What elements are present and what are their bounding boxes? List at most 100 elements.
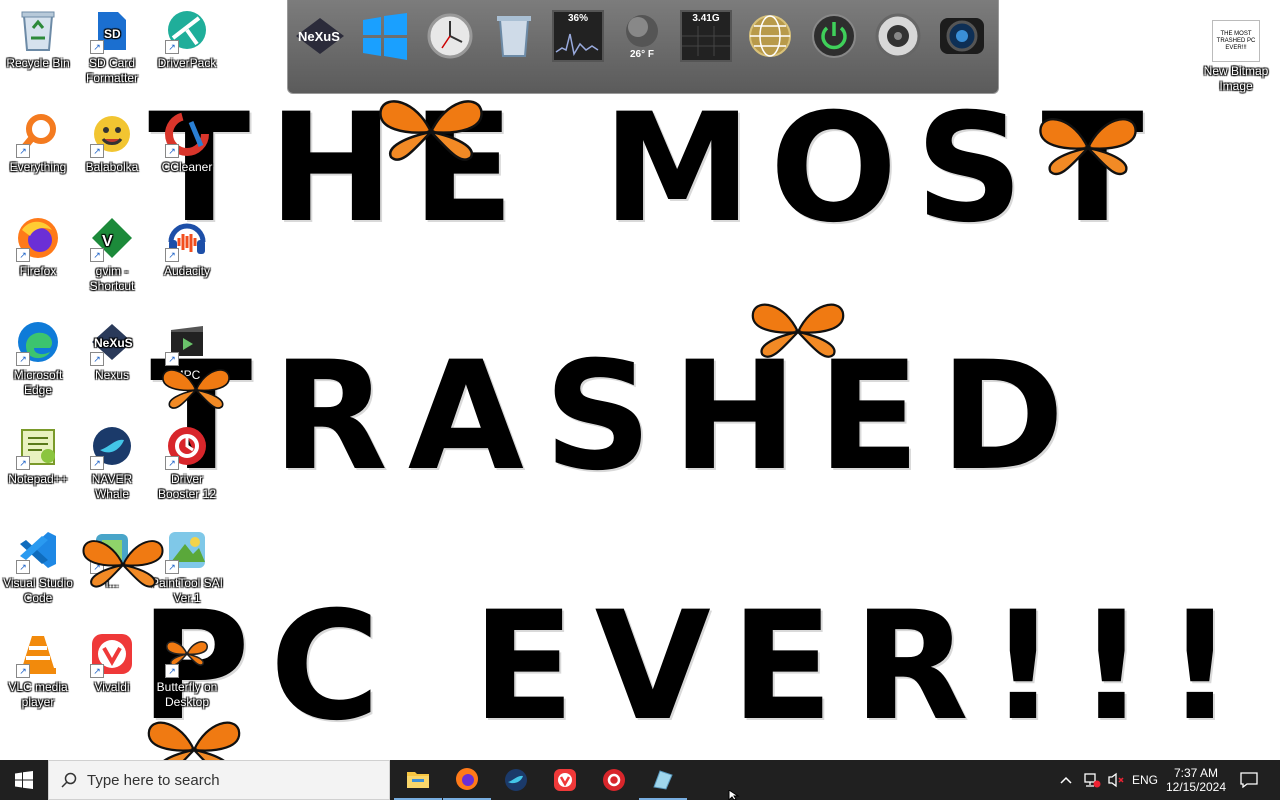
butterfly-icon — [379, 100, 483, 161]
network-icon — [1084, 773, 1101, 788]
windows-start-icon — [15, 771, 33, 789]
wallpaper-line-3: PC EVER!!! — [140, 580, 1254, 754]
dock-recycle-bin[interactable] — [488, 10, 540, 62]
desktop-icon-label: Notepad++ — [8, 472, 68, 486]
dock-nexus-logo[interactable]: NeXuS — [294, 10, 346, 62]
desktop-icon-label: Balabolka — [85, 160, 139, 174]
driver-booster-icon — [603, 769, 625, 791]
start-button[interactable] — [0, 760, 48, 800]
dock-clock[interactable] — [424, 10, 476, 62]
audacity-icon: ↗ — [163, 214, 211, 262]
vim-icon: V ↗ — [88, 214, 136, 262]
wallpaper-line-1: THE MOST — [148, 82, 1162, 256]
desktop-icon-label: Nexus — [94, 368, 129, 382]
desktop-icon-label: Visual Studio Code — [3, 576, 73, 605]
desktop-icon-recycle-bin[interactable]: Recycle Bin — [0, 6, 76, 71]
desktop-icon-whale[interactable]: ↗ NAVER Whale — [74, 422, 150, 502]
desktop-icon-notepadpp[interactable]: ↗ Notepad++ — [0, 422, 76, 487]
show-hidden-icons-button[interactable] — [1056, 760, 1076, 800]
dock-internet-globe[interactable] — [744, 10, 796, 62]
shortcut-arrow-icon: ↗ — [165, 456, 179, 470]
dock-weather[interactable]: 26° F — [616, 10, 668, 62]
language-indicator[interactable]: ENG — [1130, 760, 1160, 800]
nexus-icon: NeXuS ↗ — [88, 318, 136, 366]
desktop-icon-ccleaner[interactable]: ↗ CCleaner — [149, 110, 225, 175]
shortcut-arrow-icon: ↗ — [90, 664, 104, 678]
recycle-bin-icon — [14, 6, 62, 54]
taskbar: Type here to search ENG 7:37 AM 12/15/20… — [0, 760, 1280, 800]
dock-speaker[interactable] — [872, 10, 924, 62]
shortcut-arrow-icon: ↗ — [165, 664, 179, 678]
desktop-icon-everything[interactable]: ↗ Everything — [0, 110, 76, 175]
shortcut-arrow-icon: ↗ — [16, 144, 30, 158]
shortcut-arrow-icon: ↗ — [165, 560, 179, 574]
sd-card-icon: SD ↗ — [88, 6, 136, 54]
desktop-icon-new-bitmap[interactable]: THE MOST TRASHED PC EVER!!! New Bitmap I… — [1198, 20, 1274, 94]
desktop-icon-gvim[interactable]: V ↗ gvim - Shortcut — [74, 214, 150, 294]
shortcut-arrow-icon: ↗ — [165, 40, 179, 54]
desktop-icon-driverpack[interactable]: ↗ DriverPack — [149, 6, 225, 71]
taskbar-driver-booster[interactable] — [590, 760, 638, 800]
desktop-icon-sd-card[interactable]: SD ↗ SD Card Formatter — [74, 6, 150, 86]
desktop-icon-vscode[interactable]: ↗ Visual Studio Code — [0, 526, 76, 606]
dock-ram-meter[interactable]: 3.41G — [680, 10, 732, 62]
dock-nexus-label: NeXuS — [298, 29, 340, 44]
desktop-icon-firefox[interactable]: ↗ Firefox — [0, 214, 76, 279]
desktop-icon-nexus[interactable]: NeXuS ↗ Nexus — [74, 318, 150, 383]
desktop-icon-vivaldi[interactable]: ↗ Vivaldi — [74, 630, 150, 695]
firefox-icon: ↗ — [14, 214, 62, 262]
taskbar-firefox[interactable] — [443, 760, 491, 800]
driverpack-icon: ↗ — [163, 6, 211, 54]
dock-cpu-meter[interactable]: 36% — [552, 10, 604, 62]
desktop-icon-edge[interactable]: ↗ Microsoft Edge — [0, 318, 76, 398]
shortcut-arrow-icon: ↗ — [90, 144, 104, 158]
dock-camera[interactable] — [936, 10, 988, 62]
search-box[interactable]: Type here to search — [48, 760, 390, 800]
desktop-icon-vlc[interactable]: ↗ VLC media player — [0, 630, 76, 710]
butterfly-icon — [82, 540, 164, 588]
desktop-icon-label: gvim - Shortcut — [89, 264, 135, 293]
desktop-icon-label: Butterfly on Desktop — [156, 680, 218, 709]
vivaldi-icon — [554, 769, 576, 791]
balabolka-icon: ↗ — [88, 110, 136, 158]
taskbar-naver-whale[interactable] — [492, 760, 540, 800]
desktop-icon-balabolka[interactable]: ↗ Balabolka — [74, 110, 150, 175]
bitmap-file-icon: THE MOST TRASHED PC EVER!!! — [1212, 20, 1260, 62]
desktop-icon-label: SD Card Formatter — [85, 56, 138, 85]
volume-tray-button[interactable] — [1104, 760, 1128, 800]
shortcut-arrow-icon: ↗ — [16, 248, 30, 262]
desktop-icon-label: Microsoft Edge — [13, 368, 63, 397]
whale-icon — [505, 769, 527, 791]
desktop-icon-label: Recycle Bin — [6, 56, 70, 70]
taskbar-file-explorer[interactable] — [394, 760, 442, 800]
ram-usage: 3.41G — [692, 13, 720, 24]
shortcut-arrow-icon: ↗ — [90, 248, 104, 262]
search-placeholder: Type here to search — [87, 771, 220, 789]
clock-button[interactable]: 7:37 AM 12/15/2024 — [1160, 760, 1232, 800]
shortcut-arrow-icon: ↗ — [90, 40, 104, 54]
desktop-icon-audacity[interactable]: ↗ Audacity — [149, 214, 225, 279]
clock-time: 7:37 AM — [1173, 766, 1219, 780]
shortcut-arrow-icon: ↗ — [16, 456, 30, 470]
edge-icon: ↗ — [14, 318, 62, 366]
butterfly-icon — [162, 369, 230, 409]
firefox-icon — [456, 768, 478, 790]
shortcut-arrow-icon: ↗ — [165, 144, 179, 158]
vivaldi-icon: ↗ — [88, 630, 136, 678]
taskbar-painttool-sai[interactable] — [639, 760, 687, 800]
desktop-icon-label: Everything — [9, 160, 67, 174]
shortcut-arrow-icon: ↗ — [165, 248, 179, 262]
desktop-icon-label: Firefox — [19, 264, 57, 278]
mouse-cursor-icon — [728, 790, 740, 800]
painttool-sai-icon: ↗ — [163, 526, 211, 574]
desktop-icon-label: NAVER Whale — [91, 472, 133, 501]
network-tray-button[interactable] — [1080, 760, 1104, 800]
everything-search-icon: ↗ — [14, 110, 62, 158]
taskbar-vivaldi[interactable] — [541, 760, 589, 800]
notification-icon — [1240, 772, 1258, 788]
action-center-button[interactable] — [1234, 760, 1264, 800]
notepadpp-icon: ↗ — [14, 422, 62, 470]
desktop-icon-butterfly[interactable]: ↗ Butterfly on Desktop — [149, 630, 225, 710]
dock-windows-logo[interactable] — [359, 10, 411, 62]
dock-power[interactable] — [808, 10, 860, 62]
